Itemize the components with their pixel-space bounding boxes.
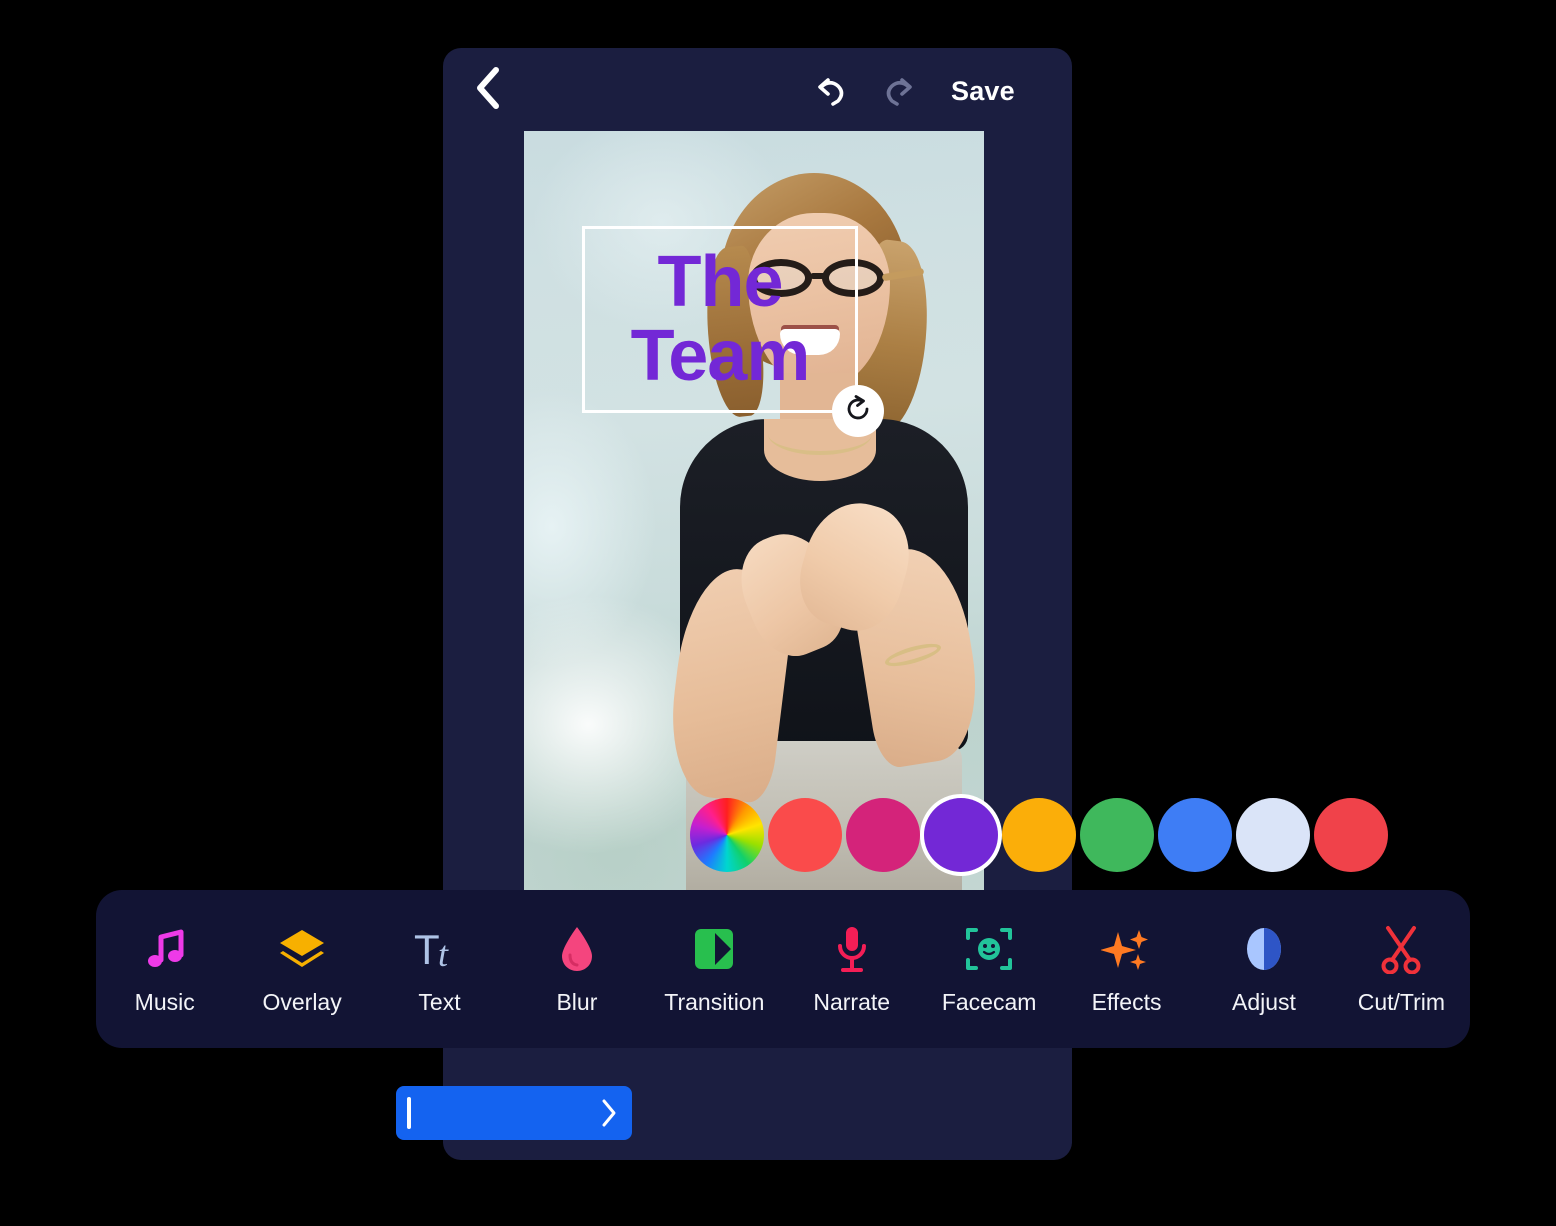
redo-arrow-icon bbox=[881, 73, 919, 114]
tool-label: Cut/Trim bbox=[1357, 988, 1446, 1015]
swatch-color-wheel[interactable] bbox=[690, 798, 764, 872]
undo-button[interactable] bbox=[808, 72, 852, 114]
color-swatch-strip[interactable] bbox=[690, 795, 1388, 875]
tool-effects[interactable]: Effects bbox=[1058, 890, 1195, 1048]
swatch-magenta-pink[interactable] bbox=[846, 798, 920, 872]
tool-label: Text bbox=[418, 988, 461, 1015]
tool-label: Narrate bbox=[813, 988, 891, 1015]
scissors-icon bbox=[1377, 923, 1425, 975]
face-frame-icon bbox=[964, 923, 1014, 975]
tool-label: Overlay bbox=[262, 988, 342, 1015]
text-tt-icon: T t bbox=[412, 923, 468, 975]
sparkles-icon bbox=[1100, 923, 1153, 975]
swatch-red[interactable] bbox=[1314, 798, 1388, 872]
rotate-clockwise-icon bbox=[842, 393, 874, 430]
editor-toolbar: Music Overlay T t Text Blur Transition N… bbox=[96, 890, 1470, 1048]
save-button[interactable]: Save bbox=[951, 76, 1015, 107]
tool-facecam[interactable]: Facecam bbox=[920, 890, 1057, 1048]
tool-blur[interactable]: Blur bbox=[508, 890, 645, 1048]
svg-text:t: t bbox=[438, 934, 449, 974]
tool-adjust[interactable]: Adjust bbox=[1195, 890, 1332, 1048]
swatch-coral-red[interactable] bbox=[768, 798, 842, 872]
tool-label: Facecam bbox=[941, 988, 1037, 1015]
app-header: Save bbox=[443, 48, 1072, 131]
transition-icon bbox=[691, 923, 737, 975]
tool-label: Adjust bbox=[1231, 988, 1296, 1015]
swatch-green[interactable] bbox=[1080, 798, 1154, 872]
svg-text:T: T bbox=[414, 926, 440, 973]
back-button[interactable] bbox=[466, 66, 510, 115]
microphone-icon bbox=[832, 923, 872, 975]
water-drop-icon bbox=[557, 923, 597, 975]
chevron-right-icon[interactable] bbox=[600, 1098, 618, 1128]
trim-handle-icon[interactable] bbox=[407, 1097, 411, 1129]
chevron-left-icon bbox=[473, 66, 503, 115]
tool-label: Music bbox=[134, 988, 195, 1015]
swatch-purple[interactable] bbox=[924, 798, 998, 872]
text-overlay[interactable]: The Team bbox=[582, 226, 858, 413]
layers-icon bbox=[276, 923, 328, 975]
tool-music[interactable]: Music bbox=[96, 890, 233, 1048]
screen-root: Save The Team Music Overlay T t Text Blu… bbox=[0, 0, 1556, 1226]
swatch-pale-lavender[interactable] bbox=[1236, 798, 1310, 872]
undo-arrow-icon bbox=[811, 73, 849, 114]
tool-label: Blur bbox=[556, 988, 598, 1015]
tool-cut-trim[interactable]: Cut/Trim bbox=[1333, 890, 1470, 1048]
swatch-amber[interactable] bbox=[1002, 798, 1076, 872]
tool-narrate[interactable]: Narrate bbox=[783, 890, 920, 1048]
tool-label: Effects bbox=[1091, 988, 1162, 1015]
tool-transition[interactable]: Transition bbox=[646, 890, 783, 1048]
tool-text[interactable]: T t Text bbox=[371, 890, 508, 1048]
tool-label: Transition bbox=[664, 988, 765, 1015]
redo-button[interactable] bbox=[878, 72, 922, 114]
timeline-clip[interactable] bbox=[396, 1086, 632, 1140]
contrast-icon bbox=[1241, 923, 1287, 975]
rotate-handle[interactable] bbox=[832, 385, 884, 437]
video-preview[interactable]: The Team bbox=[524, 131, 984, 892]
tool-overlay[interactable]: Overlay bbox=[233, 890, 370, 1048]
swatch-blue[interactable] bbox=[1158, 798, 1232, 872]
music-note-icon bbox=[140, 923, 190, 975]
